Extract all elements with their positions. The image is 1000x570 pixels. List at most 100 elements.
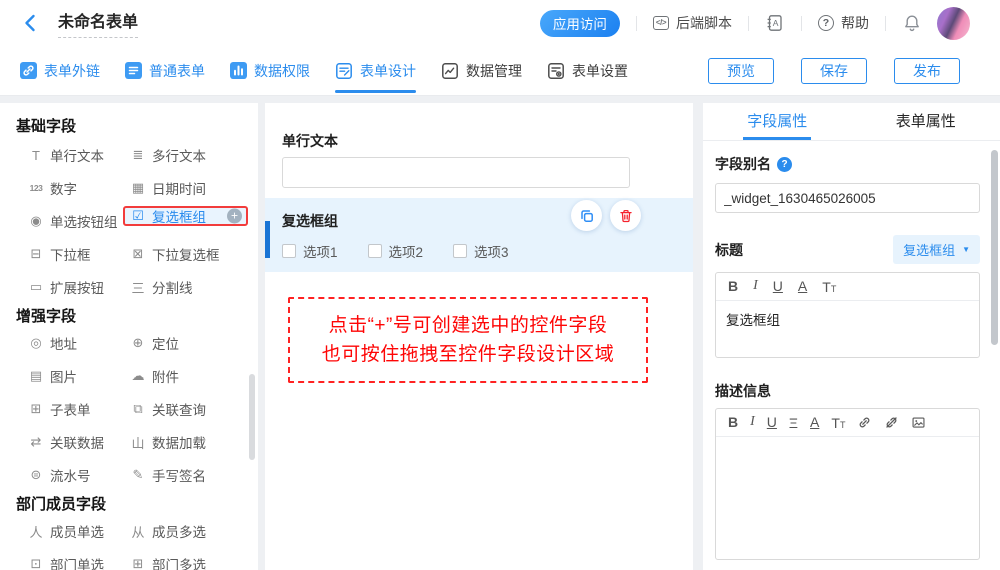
checkbox-icon[interactable] <box>368 244 382 258</box>
fontsize-icon[interactable]: TT <box>822 280 836 294</box>
sidebar-item-label: 图片 <box>50 366 77 386</box>
sidebar-item-label: 地址 <box>50 333 77 353</box>
selection-bar <box>265 221 270 258</box>
fontsize-icon[interactable]: TT <box>831 416 845 430</box>
top-header: 未命名表单 应用访问 </> 后端脚本 A ? 帮助 <box>0 0 1000 46</box>
checkbox-option[interactable]: 选项3 <box>453 241 509 261</box>
bold-icon[interactable]: B <box>728 414 738 430</box>
back-button[interactable] <box>24 13 42 33</box>
sidebar-item-serial-number[interactable]: ⊜流水号 <box>28 465 130 485</box>
select-icon: ⊟ <box>28 246 44 262</box>
underline-icon[interactable]: U <box>773 278 783 294</box>
form-design-canvas: 单行文本 复选框组 选项1选项2选项3 点击“+”号可创建选中 <box>265 103 693 570</box>
add-field-button[interactable]: + <box>227 209 242 224</box>
sidebar-item-location[interactable]: ⊕定位 <box>130 333 248 353</box>
field-alias-input[interactable] <box>715 183 980 213</box>
sidebar-item-member-single[interactable]: 人成员单选 <box>28 521 130 541</box>
serial-icon: ⊜ <box>28 467 44 483</box>
chevron-down-icon: ▼ <box>962 245 970 254</box>
description-editor-content[interactable] <box>716 437 979 559</box>
sidebar-item-single-line-text[interactable]: T单行文本 <box>28 145 130 165</box>
save-button[interactable]: 保存 <box>801 58 867 84</box>
subform-icon: ⊞ <box>28 401 44 417</box>
copy-widget-button[interactable] <box>571 200 602 231</box>
notification-bell-icon[interactable] <box>902 13 922 34</box>
image-icon[interactable] <box>911 415 926 430</box>
title-editor: BIUA TT 复选框组 <box>715 272 980 358</box>
field-label: 单行文本 <box>282 131 693 149</box>
sidebar-item-subform[interactable]: ⊞子表单 <box>28 399 130 419</box>
checkbox-icon[interactable] <box>453 244 467 258</box>
tab-form-design[interactable]: 表单设计 <box>335 46 416 96</box>
sidebar-item-label: 手写签名 <box>152 465 206 485</box>
help-label: 帮助 <box>841 13 869 33</box>
member-multi-icon: 从 <box>130 522 146 541</box>
sidebar-item-multi-select[interactable]: ⊠下拉复选框 <box>130 244 248 264</box>
sidebar-item-checkbox-group[interactable]: ☑复选框组+ <box>123 206 248 226</box>
sidebar-item-dept-multi[interactable]: ⊞部门多选 <box>130 554 248 570</box>
single-line-text-input[interactable] <box>282 157 630 188</box>
sidebar-item-number[interactable]: 123数字 <box>28 178 130 198</box>
app-access-button[interactable]: 应用访问 <box>540 10 620 37</box>
sidebar-item-label: 数据加载 <box>152 432 206 452</box>
link-icon[interactable] <box>857 415 872 430</box>
italic-icon[interactable]: I <box>753 278 758 294</box>
panel-scrollbar[interactable] <box>991 150 998 345</box>
dropdown-check-icon: ⊠ <box>130 246 146 262</box>
delete-widget-button[interactable] <box>610 200 641 231</box>
contacts-button[interactable]: A <box>765 13 785 33</box>
sidebar-item-select[interactable]: ⊟下拉框 <box>28 244 130 264</box>
sidebar-item-label: 数字 <box>50 178 77 198</box>
form-title[interactable]: 未命名表单 <box>58 8 138 38</box>
location-icon: ⊕ <box>130 335 146 351</box>
sidebar-item-radio-group[interactable]: ◉单选按钮组 <box>28 211 130 231</box>
user-avatar[interactable] <box>937 7 970 40</box>
sidebar-item-signature[interactable]: ✎手写签名 <box>130 465 248 485</box>
tab-normal-form[interactable]: 普通表单 <box>125 46 205 96</box>
widget-type-select[interactable]: 复选框组 ▼ <box>893 235 980 264</box>
sidebar-item-member-multi[interactable]: 从成员多选 <box>130 521 248 541</box>
publish-button[interactable]: 发布 <box>894 58 960 84</box>
backend-script-button[interactable]: </> 后端脚本 <box>653 13 732 33</box>
tab-form-properties[interactable]: 表单属性 <box>852 103 1000 140</box>
bold-icon[interactable]: B <box>728 278 738 294</box>
sidebar-item-image[interactable]: ▤图片 <box>28 366 130 386</box>
sidebar-item-divider[interactable]: 三分割线 <box>130 277 248 297</box>
checkbox-option[interactable]: 选项1 <box>282 241 338 261</box>
checkbox-option[interactable]: 选项2 <box>368 241 424 261</box>
tab-field-properties[interactable]: 字段属性 <box>703 103 852 140</box>
unlink-icon[interactable] <box>884 415 899 430</box>
sidebar-item-label: 附件 <box>152 366 179 386</box>
underline-icon[interactable]: U <box>767 414 777 430</box>
selected-checkbox-group-widget[interactable]: 复选框组 选项1选项2选项3 <box>265 198 693 272</box>
sidebar-scrollbar[interactable] <box>249 374 255 460</box>
textarea-icon: ≣ <box>130 147 146 163</box>
sidebar-item-address[interactable]: ◎ 地址 <box>28 333 130 353</box>
checkbox-icon[interactable] <box>282 244 296 258</box>
attachment-icon: ☁ <box>130 368 146 384</box>
help-button[interactable]: ? 帮助 <box>818 13 869 33</box>
sidebar-item-datetime[interactable]: ▦日期时间 <box>130 178 248 198</box>
title-editor-content[interactable]: 复选框组 <box>716 301 979 357</box>
sidebar-item-related-query[interactable]: ⧉关联查询 <box>130 399 248 419</box>
sidebar-item-related-data[interactable]: ⇄关联数据 <box>28 432 130 452</box>
tab-form-settings[interactable]: 表单设置 <box>547 46 628 96</box>
sidebar-item-data-load[interactable]: 山数据加载 <box>130 432 248 452</box>
tab-data-manage[interactable]: 数据管理 <box>441 46 522 96</box>
alias-help-icon[interactable]: ? <box>777 157 792 172</box>
tab-data-permission[interactable]: 数据权限 <box>230 46 310 96</box>
feature-tabbar: 表单外链普通表单数据权限表单设计数据管理表单设置 预览 保存 发布 <box>0 46 1000 96</box>
expand-button-icon: ▭ <box>28 279 44 295</box>
preview-button[interactable]: 预览 <box>708 58 774 84</box>
sidebar-item-attachment[interactable]: ☁ 附件 <box>130 366 248 386</box>
tab-form-link[interactable]: 表单外链 <box>20 46 100 96</box>
sidebar-item-multi-line-text[interactable]: ≣多行文本 <box>130 145 248 165</box>
italic-icon[interactable]: I <box>750 414 755 430</box>
address-icon: ◎ <box>28 335 44 351</box>
fontcolor-icon[interactable]: A <box>810 414 819 430</box>
option-label: 选项2 <box>389 241 424 261</box>
sidebar-item-dept-single[interactable]: ⊡部门单选 <box>28 554 130 570</box>
align-icon[interactable]: Ξ <box>789 416 798 430</box>
fontcolor-icon[interactable]: A <box>798 278 807 294</box>
sidebar-item-expand-button[interactable]: ▭扩展按钮 <box>28 277 130 297</box>
